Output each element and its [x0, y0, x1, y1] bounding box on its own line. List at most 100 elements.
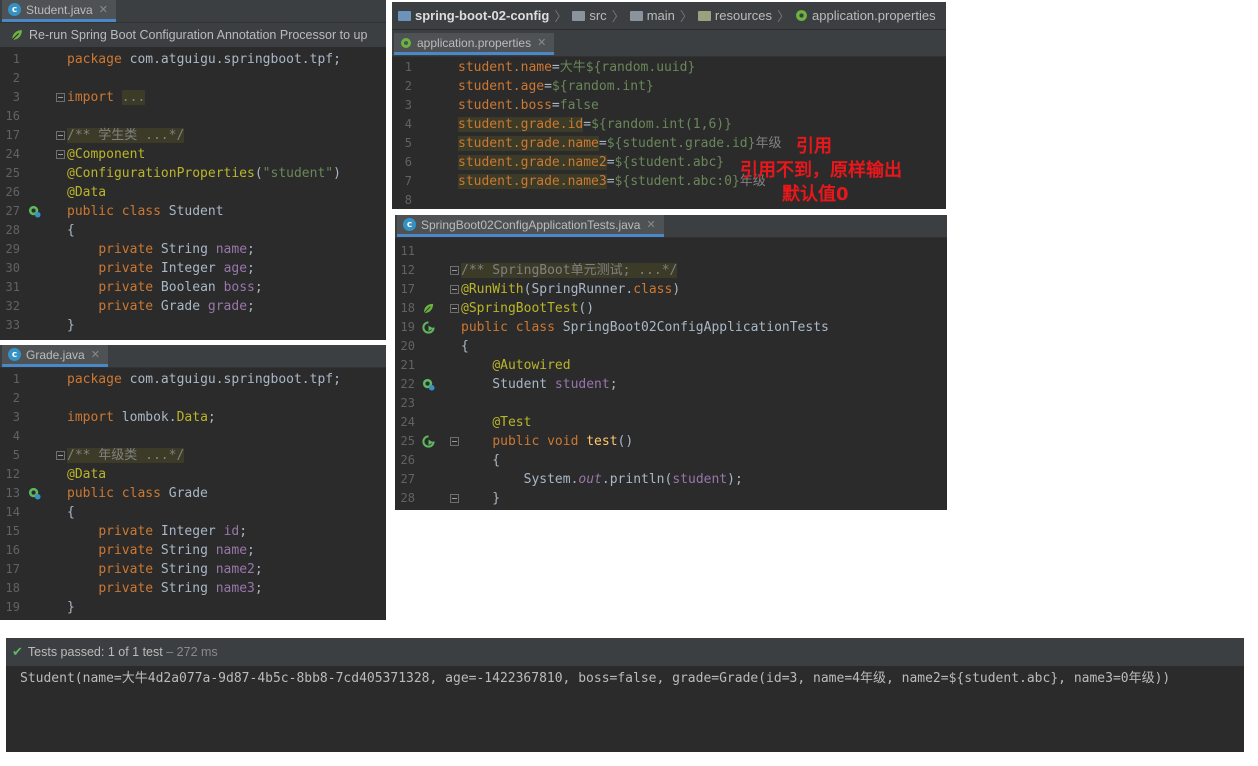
fold-toggle-icon[interactable] [450, 304, 459, 313]
code-line[interactable]: 26 @Data [0, 183, 386, 202]
code-line[interactable]: 23 [395, 394, 947, 413]
code-line[interactable]: 12 /** SpringBoot单元测试; ...*/ [395, 261, 947, 280]
code-line[interactable]: 19 public class SpringBoot02ConfigApplica… [395, 318, 947, 337]
spring-bean-icon[interactable] [420, 375, 436, 394]
code-line[interactable]: 2 [0, 69, 386, 88]
code-text: private String name2; [98, 562, 263, 577]
code-line[interactable]: 32 private Grade grade; [0, 297, 386, 316]
code-line[interactable]: 20 { [395, 337, 947, 356]
code-line[interactable]: 24 @Test [395, 413, 947, 432]
tab-springboot-tests-java[interactable]: c SpringBoot02ConfigApplicationTests.jav… [397, 215, 664, 237]
code-line[interactable]: 11 [395, 242, 947, 261]
code-text: } [67, 318, 75, 333]
grade-code-area[interactable]: 1 package com.atguigu.springboot.tpf; 2 3 im… [0, 368, 386, 617]
fold-toggle-icon[interactable] [450, 494, 459, 503]
run-test-icon[interactable] [420, 318, 436, 337]
code-line[interactable]: 26 { [395, 451, 947, 470]
code-line[interactable]: 31 private Boolean boss; [0, 278, 386, 297]
test-console-output[interactable]: Student(name=大牛4d2a077a-9d87-4b5c-8bb8-7… [6, 666, 1244, 692]
fold-toggle-icon[interactable] [56, 451, 65, 460]
code-line[interactable]: 16 private String name; [0, 541, 386, 560]
fold-toggle-icon[interactable] [56, 150, 65, 159]
line-number: 7 [404, 174, 412, 188]
line-number: 2 [404, 79, 412, 93]
close-icon[interactable]: ✕ [537, 36, 546, 49]
code-line[interactable]: 2 [0, 389, 386, 408]
code-line[interactable]: 14 { [0, 503, 386, 522]
breadcrumb-file[interactable]: application.properties [812, 8, 936, 23]
code-line[interactable]: 21 @Autowired [395, 356, 947, 375]
code-line[interactable]: 30 private Integer age; [0, 259, 386, 278]
spring-leaf-icon[interactable] [420, 299, 436, 318]
spring-bean-icon[interactable] [26, 484, 42, 503]
code-line[interactable]: 22 Student student; [395, 375, 947, 394]
code-text: { [67, 223, 75, 238]
code-line[interactable]: 15 private Integer id; [0, 522, 386, 541]
breadcrumb-project[interactable]: spring-boot-02-config [415, 8, 549, 23]
breadcrumb-src[interactable]: src [589, 8, 606, 23]
code-line[interactable]: 28 { [0, 221, 386, 240]
tests-code-area[interactable]: 11 12 /** SpringBoot单元测试; ...*/ 17 @RunWith(… [395, 238, 947, 508]
fold-toggle-icon[interactable] [56, 93, 65, 102]
fold-toggle-icon[interactable] [56, 131, 65, 140]
breadcrumb-main[interactable]: main [647, 8, 675, 23]
code-line[interactable]: 1 student.name=大牛${random.uuid} [392, 58, 946, 77]
spring-bean-icon[interactable] [26, 202, 42, 221]
code-line[interactable]: 3 import lombok.Data; [0, 408, 386, 427]
test-total: of 1 test [118, 645, 163, 659]
student-code-area[interactable]: 1 package com.atguigu.springboot.tpf; 2 3 im… [0, 48, 386, 335]
code-text: Student student; [461, 377, 618, 392]
code-line[interactable]: 18 private String name3; [0, 579, 386, 598]
code-line[interactable]: 2 student.age=${random.int} [392, 77, 946, 96]
code-text: @Data [67, 467, 107, 482]
code-line[interactable]: 4 [0, 427, 386, 446]
line-number: 18 [5, 581, 20, 595]
code-line[interactable]: 4 student.grade.id=${random.int(1,6)} [392, 115, 946, 134]
code-line[interactable]: 17 @RunWith(SpringRunner.class) [395, 280, 947, 299]
close-icon[interactable]: ✕ [646, 218, 655, 231]
line-number: 18 [400, 301, 415, 315]
student-java-editor: c Student.java ✕ Re-run Spring Boot Conf… [0, 0, 386, 340]
code-line[interactable]: 24 @Component [0, 145, 386, 164]
code-line[interactable]: 25 public void test() [395, 432, 947, 451]
tab-grade-java[interactable]: c Grade.java ✕ [2, 345, 108, 367]
code-line[interactable]: 17 /** 学生类 ...*/ [0, 126, 386, 145]
fold-toggle-icon[interactable] [450, 437, 459, 446]
code-line[interactable]: 17 private String name2; [0, 560, 386, 579]
code-text: package com.atguigu.springboot.tpf; [67, 52, 341, 67]
code-line[interactable]: 25 @ConfigurationProperties("student") [0, 164, 386, 183]
fold-toggle-icon[interactable] [450, 285, 459, 294]
code-line[interactable]: 27 public class Student [0, 202, 386, 221]
code-line[interactable]: 8 [392, 191, 946, 209]
properties-file-icon [401, 37, 411, 48]
close-icon[interactable]: ✕ [91, 348, 100, 361]
code-line[interactable]: 19} [0, 598, 386, 617]
code-line[interactable]: 27 System.out.println(student); [395, 470, 947, 489]
run-test-icon[interactable] [420, 432, 436, 451]
code-line[interactable]: 12 @Data [0, 465, 386, 484]
tab-student-java[interactable]: c Student.java ✕ [2, 0, 116, 22]
fold-toggle-icon[interactable] [450, 266, 459, 275]
code-text: System.out.println(student); [461, 472, 743, 487]
code-line[interactable]: 1 package com.atguigu.springboot.tpf; [0, 370, 386, 389]
code-text: student.age=${random.int} [458, 79, 654, 94]
code-line[interactable]: 28 } [395, 489, 947, 508]
code-line[interactable]: 16 [0, 107, 386, 126]
code-line[interactable]: 3 import ... [0, 88, 386, 107]
tab-application-properties[interactable]: application.properties ✕ [394, 33, 555, 55]
code-line[interactable]: 33} [0, 316, 386, 335]
code-line[interactable]: 3 student.boss=false [392, 96, 946, 115]
code-line[interactable]: 29 private String name; [0, 240, 386, 259]
code-line[interactable]: 13 public class Grade [0, 484, 386, 503]
code-text: student.boss=false [458, 98, 599, 113]
properties-code-area[interactable]: 1 student.name=大牛${random.uuid} 2 student.a… [392, 57, 946, 209]
breadcrumb-resources[interactable]: resources [715, 8, 772, 23]
code-line[interactable]: 5 /** 年级类 ...*/ [0, 446, 386, 465]
code-line[interactable]: 1 package com.atguigu.springboot.tpf; [0, 50, 386, 69]
code-line[interactable]: 5 student.grade.name=${student.grade.id}年… [392, 134, 946, 153]
code-line[interactable]: 18 @SpringBootTest() [395, 299, 947, 318]
line-number: 27 [5, 204, 20, 218]
annotation-processor-notice[interactable]: Re-run Spring Boot Configuration Annotat… [0, 23, 386, 48]
code-text: public class Student [67, 204, 224, 219]
close-icon[interactable]: ✕ [99, 3, 108, 16]
